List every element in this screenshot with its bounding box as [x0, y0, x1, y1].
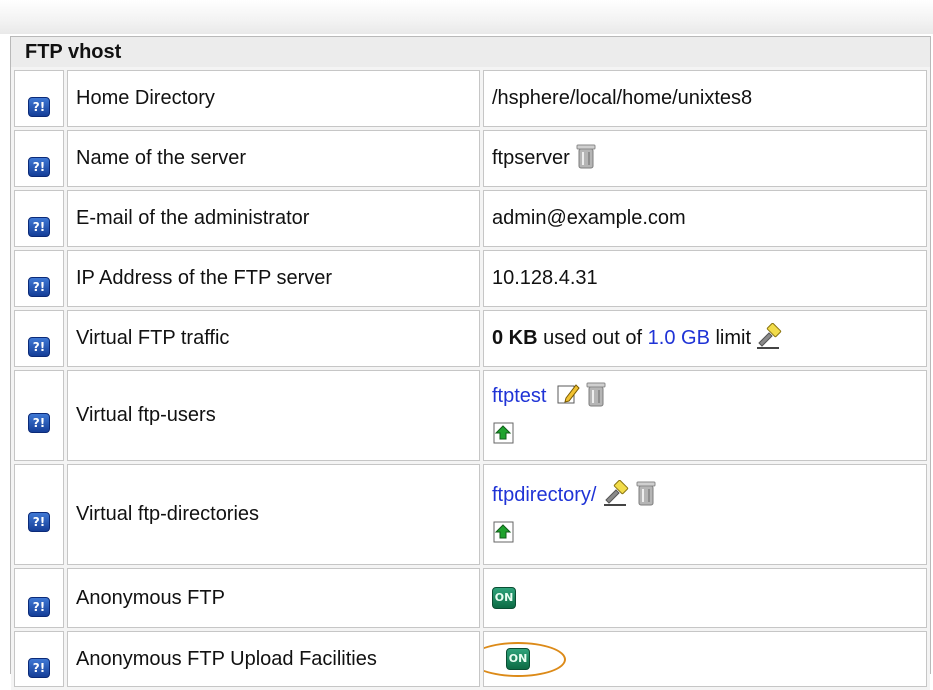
row-label: Anonymous FTP	[67, 568, 480, 628]
add-icon[interactable]	[492, 520, 918, 550]
hammer-icon[interactable]	[755, 322, 783, 355]
highlight-ring: ON	[484, 641, 566, 677]
help-icon[interactable]: ?!	[28, 511, 50, 532]
row-label: Home Directory	[67, 70, 480, 127]
row-label: IP Address of the FTP server	[67, 250, 480, 307]
add-icon[interactable]	[492, 421, 918, 451]
ftp-user-link[interactable]: ftptest	[492, 385, 546, 408]
home-directory-value: /hsphere/local/home/unixtes8	[483, 70, 927, 127]
traffic-used: 0 KB	[492, 327, 538, 349]
ip-address-value: 10.128.4.31	[483, 250, 927, 307]
table-row: ?! Anonymous FTP ON	[14, 568, 927, 628]
edit-icon[interactable]	[556, 382, 581, 412]
table-row: ?! Virtual FTP traffic 0 KB used out of …	[14, 310, 927, 367]
on-toggle-icon[interactable]: ON	[506, 648, 530, 671]
trash-icon[interactable]	[586, 381, 606, 413]
help-icon[interactable]: ?!	[28, 157, 50, 177]
top-shade	[0, 0, 933, 34]
traffic-text: used out of	[537, 327, 648, 349]
table-row: ?! Name of the server ftpserver	[14, 130, 927, 187]
help-icon[interactable]: ?!	[28, 596, 50, 617]
help-icon[interactable]: ?!	[28, 657, 50, 678]
row-label: E-mail of the administrator	[67, 190, 480, 247]
admin-email-value: admin@example.com	[483, 190, 927, 247]
table-row: ?! E-mail of the administrator admin@exa…	[14, 190, 927, 247]
row-label: Name of the server	[67, 130, 480, 187]
table-row: ?! Anonymous FTP Upload Facilities ON	[14, 631, 927, 687]
ftp-directory-link[interactable]: ftpdirectory/	[492, 484, 596, 507]
help-icon[interactable]: ?!	[28, 277, 50, 297]
help-icon[interactable]: ?!	[28, 337, 50, 357]
row-label: Virtual ftp-users	[67, 370, 480, 461]
table-row: ?! Home Directory /hsphere/local/home/un…	[14, 70, 927, 127]
row-label: Anonymous FTP Upload Facilities	[67, 631, 480, 687]
help-icon[interactable]: ?!	[28, 412, 50, 433]
on-toggle-icon[interactable]: ON	[492, 587, 516, 610]
help-icon[interactable]: ?!	[28, 217, 50, 237]
traffic-limit-link[interactable]: 1.0 GB	[648, 327, 710, 350]
server-name-value: ftpserver	[492, 147, 570, 169]
table-row: ?! IP Address of the FTP server 10.128.4…	[14, 250, 927, 307]
ftp-vhost-panel: FTP vhost ?! Home Directory /hsphere/loc…	[10, 36, 931, 690]
traffic-text-suffix: limit	[709, 327, 752, 349]
trash-icon[interactable]	[576, 143, 596, 175]
table-row: ?! Virtual ftp-directories ftpdirectory/	[14, 464, 927, 565]
trash-icon[interactable]	[636, 480, 656, 512]
settings-table: ?! Home Directory /hsphere/local/home/un…	[11, 67, 930, 690]
row-label: Virtual ftp-directories	[67, 464, 480, 565]
help-icon[interactable]: ?!	[28, 97, 50, 117]
table-row: ?! Virtual ftp-users ftptest	[14, 370, 927, 461]
panel-title: FTP vhost	[11, 37, 930, 68]
hammer-icon[interactable]	[602, 479, 630, 512]
row-label: Virtual FTP traffic	[67, 310, 480, 367]
